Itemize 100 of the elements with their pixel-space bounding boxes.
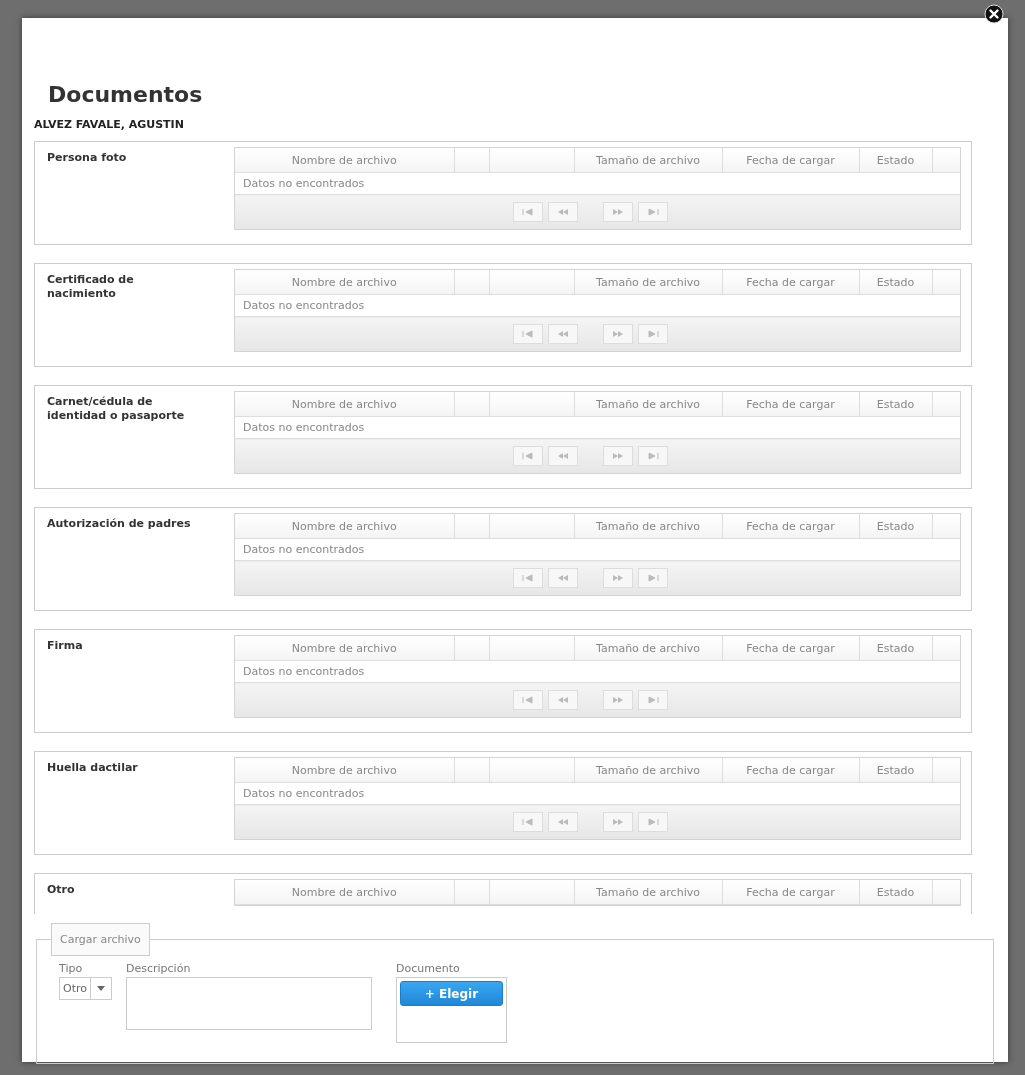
next-page-button[interactable] — [603, 446, 633, 466]
field-label: Tipo — [59, 962, 84, 975]
fast-forward-icon — [611, 208, 625, 216]
rewind-icon — [556, 452, 570, 460]
empty-message: Datos no encontrados — [243, 543, 365, 556]
first-page-icon — [522, 574, 534, 582]
empty-message: Datos no encontrados — [243, 421, 365, 434]
section-label: Persona foto — [46, 150, 128, 166]
column-header: Tamaño de archivo — [574, 270, 722, 295]
column-header: Fecha de cargar — [722, 636, 859, 661]
next-page-button[interactable] — [603, 202, 633, 222]
last-page-icon — [647, 574, 659, 582]
caret-icon — [97, 986, 105, 991]
column-header: Fecha de cargar — [722, 392, 859, 417]
person-name: ALVEZ FAVALE, AGUSTIN — [34, 118, 185, 131]
upload-legend: Cargar archivo — [51, 923, 150, 956]
rewind-icon — [556, 208, 570, 216]
last-page-button[interactable] — [638, 568, 668, 588]
first-page-icon — [522, 818, 534, 826]
column-header: Estado — [859, 514, 932, 539]
previous-page-button[interactable] — [548, 812, 578, 832]
first-page-button[interactable] — [513, 568, 543, 588]
next-page-button[interactable] — [603, 690, 633, 710]
description-field[interactable] — [126, 977, 372, 1030]
last-page-icon — [647, 696, 659, 704]
previous-page-button[interactable] — [548, 202, 578, 222]
column-header: Tamaño de archivo — [574, 514, 722, 539]
column-header: Tamaño de archivo — [574, 880, 722, 905]
section-label: Autorización de padres — [46, 516, 192, 532]
last-page-icon — [647, 818, 659, 826]
fast-forward-icon — [611, 330, 625, 338]
column-header: Estado — [859, 392, 932, 417]
section-label: Carnet/cédula de identidad o pasaporte — [46, 394, 186, 424]
column-header: Estado — [859, 758, 932, 783]
rewind-icon — [556, 574, 570, 582]
column-header: Fecha de cargar — [722, 270, 859, 295]
empty-message: Datos no encontrados — [243, 787, 365, 800]
previous-page-button[interactable] — [548, 690, 578, 710]
first-page-button[interactable] — [513, 324, 543, 344]
empty-message: Datos no encontrados — [243, 665, 365, 678]
column-header: Nombre de archivo — [235, 758, 454, 783]
first-page-button[interactable] — [513, 812, 543, 832]
close-icon[interactable] — [984, 4, 1004, 24]
section-label: Certificado de nacimiento — [46, 272, 135, 302]
column-header: Fecha de cargar — [722, 758, 859, 783]
column-header: Estado — [859, 148, 932, 173]
column-header: Estado — [859, 636, 932, 661]
last-page-button[interactable] — [638, 446, 668, 466]
last-page-button[interactable] — [638, 202, 668, 222]
previous-page-button[interactable] — [548, 446, 578, 466]
choose-button[interactable]: + Elegir — [400, 981, 503, 1006]
last-page-button[interactable] — [638, 324, 668, 344]
column-header: Fecha de cargar — [722, 148, 859, 173]
last-page-icon — [647, 452, 659, 460]
dialog-title: Documentos — [48, 81, 204, 109]
column-header: Nombre de archivo — [235, 392, 454, 417]
column-header: Tamaño de archivo — [574, 758, 722, 783]
section-label: Otro — [46, 882, 76, 898]
column-header: Nombre de archivo — [235, 148, 454, 173]
fast-forward-icon — [611, 696, 625, 704]
first-page-icon — [522, 330, 534, 338]
fast-forward-icon — [611, 452, 625, 460]
fast-forward-icon — [611, 818, 625, 826]
field-label: Documento — [396, 962, 461, 975]
type-select[interactable]: Otro — [59, 977, 112, 1000]
section-label: Firma — [46, 638, 84, 654]
previous-page-button[interactable] — [548, 568, 578, 588]
column-header: Fecha de cargar — [722, 514, 859, 539]
column-header: Tamaño de archivo — [574, 392, 722, 417]
next-page-button[interactable] — [603, 568, 633, 588]
column-header: Estado — [859, 880, 932, 905]
fast-forward-icon — [611, 574, 625, 582]
column-header: Nombre de archivo — [235, 636, 454, 661]
first-page-icon — [522, 452, 534, 460]
first-page-button[interactable] — [513, 202, 543, 222]
previous-page-button[interactable] — [548, 324, 578, 344]
column-header: Fecha de cargar — [722, 880, 859, 905]
first-page-button[interactable] — [513, 690, 543, 710]
column-header: Nombre de archivo — [235, 514, 454, 539]
field-label: Descripción — [126, 962, 192, 975]
last-page-button[interactable] — [638, 690, 668, 710]
column-header: Estado — [859, 270, 932, 295]
first-page-button[interactable] — [513, 446, 543, 466]
rewind-icon — [556, 818, 570, 826]
last-page-icon — [647, 330, 659, 338]
column-header: Tamaño de archivo — [574, 148, 722, 173]
last-page-button[interactable] — [638, 812, 668, 832]
column-header: Nombre de archivo — [235, 270, 454, 295]
next-page-button[interactable] — [603, 812, 633, 832]
empty-message: Datos no encontrados — [243, 177, 365, 190]
rewind-icon — [556, 696, 570, 704]
next-page-button[interactable] — [603, 324, 633, 344]
first-page-icon — [522, 208, 534, 216]
column-header: Tamaño de archivo — [574, 636, 722, 661]
section-label: Huella dactilar — [46, 760, 139, 776]
last-page-icon — [647, 208, 659, 216]
column-header: Nombre de archivo — [235, 880, 454, 905]
empty-message: Datos no encontrados — [243, 299, 365, 312]
first-page-icon — [522, 696, 534, 704]
rewind-icon — [556, 330, 570, 338]
